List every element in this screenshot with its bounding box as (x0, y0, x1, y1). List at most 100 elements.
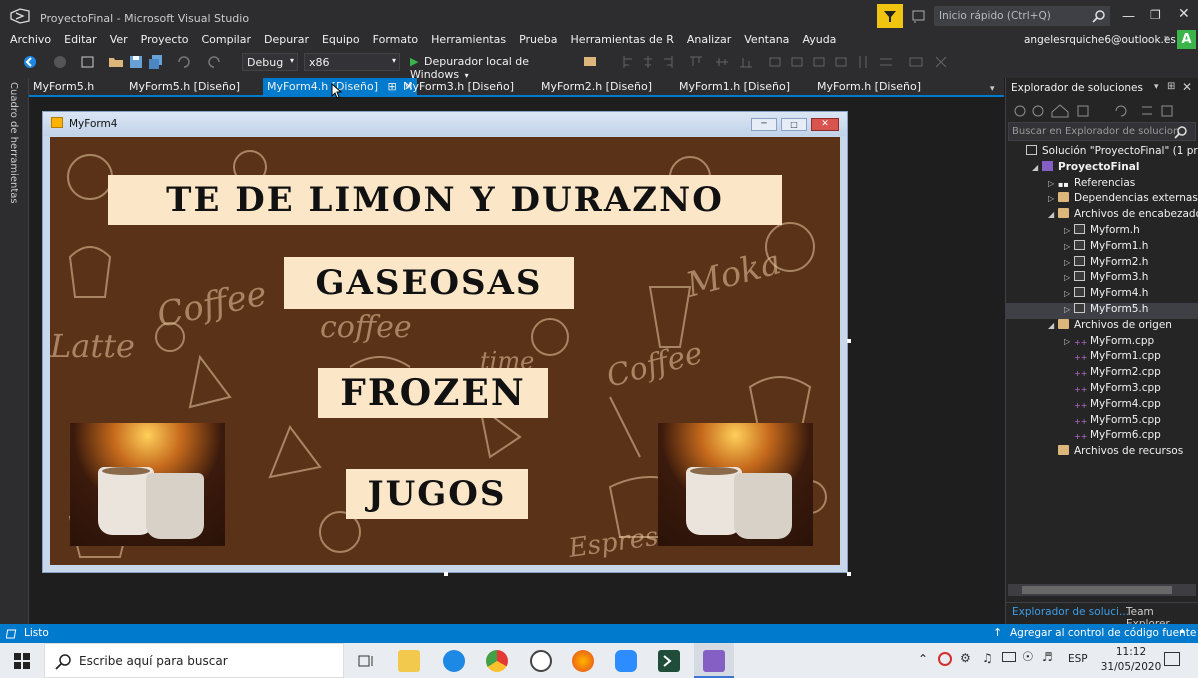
zoom-icon[interactable] (615, 650, 637, 672)
tree-item[interactable]: ▷ Dependencias externas (1006, 192, 1198, 208)
tree-item[interactable]: ▷ MyForm5.h (1006, 303, 1198, 319)
menu-item[interactable]: Compilar (202, 33, 251, 46)
chevron-down-icon[interactable]: ▾ (1164, 34, 1169, 44)
tree-item[interactable]: ++ MyForm3.cpp (1006, 382, 1161, 398)
edge-browser-icon[interactable] (443, 650, 465, 672)
toolbox-label[interactable]: Cuadro de herramientas (8, 82, 19, 204)
tab-solution-explorer[interactable]: Explorador de soluci... (1012, 606, 1129, 618)
quick-launch[interactable]: Inicio rápido (Ctrl+Q) (934, 6, 1110, 26)
chrome-icon[interactable] (486, 650, 508, 672)
collapsed-arrow-icon[interactable]: ▷ (1048, 194, 1058, 203)
tree-item[interactable]: ▷ MyForm1.h (1006, 239, 1148, 256)
new-project-icon[interactable] (80, 54, 96, 70)
tab-document[interactable]: MyForm3.h [Diseño] (403, 80, 514, 93)
tree-item[interactable]: ▷ Myform.h (1006, 224, 1140, 240)
save-all-icon[interactable] (148, 54, 164, 70)
menu-item[interactable]: Prueba (519, 33, 557, 46)
menu-item[interactable]: Depurar (264, 33, 309, 46)
chevron-up-icon[interactable]: ▴ (1180, 626, 1185, 636)
close-icon[interactable]: ✕ (1182, 80, 1192, 94)
user-account[interactable]: angelesrquiche6@outlook.es (1024, 34, 1176, 46)
language-indicator[interactable]: ESP (1068, 653, 1088, 665)
banner-jugos[interactable]: JUGOS (346, 469, 528, 519)
platform-select[interactable]: x86 ▾ (304, 53, 400, 71)
resize-handle-corner[interactable] (847, 572, 851, 576)
toolbox-panel[interactable]: Cuadro de herramientas (0, 78, 29, 624)
record-icon[interactable] (938, 652, 952, 666)
tree-item[interactable]: ++ MyForm2.cpp (1006, 366, 1161, 382)
collapsed-arrow-icon[interactable]: ▷ (1064, 305, 1074, 314)
save-icon[interactable] (128, 54, 144, 70)
back-icon[interactable] (22, 54, 38, 70)
undo-icon[interactable] (176, 54, 192, 70)
tree-item[interactable]: Archivos de recursos (1006, 445, 1183, 461)
taskbar-search[interactable]: Escribe aquí para buscar (44, 643, 344, 678)
taskbar-search-input[interactable]: Escribe aquí para buscar (79, 654, 228, 668)
network-share-icon[interactable]: ⚙ (960, 651, 971, 665)
chevron-down-icon[interactable]: ▾ (1154, 82, 1159, 92)
redo-icon[interactable] (206, 54, 222, 70)
banner-frozen[interactable]: FROZEN (318, 368, 548, 418)
file-explorer-icon[interactable] (398, 650, 420, 672)
avatar[interactable]: A (1177, 30, 1196, 49)
scrollbar-thumb[interactable] (1022, 586, 1172, 594)
collapsed-arrow-icon[interactable]: ▷ (1064, 226, 1074, 235)
notification-center-icon[interactable] (1164, 652, 1180, 666)
tab-document[interactable]: MyForm2.h [Diseño] (541, 80, 652, 93)
task-view-icon[interactable] (356, 650, 378, 672)
solution-explorer-toolbar-icon[interactable] (1012, 102, 1192, 120)
pin-icon[interactable]: ⊞ (384, 80, 400, 93)
banner-gaseosas[interactable]: GASEOSAS (284, 257, 574, 309)
chevron-up-icon[interactable]: ⌃ (918, 652, 928, 666)
start-debug-button[interactable]: ▶ Depurador local de Windows ▾ (408, 53, 574, 81)
menu-item[interactable]: Equipo (322, 33, 360, 46)
form-close-button[interactable]: ✕ (811, 118, 839, 131)
tab-overflow-chevron-icon[interactable]: ▾ (990, 84, 995, 94)
tab-document[interactable]: MyForm1.h [Diseño] (679, 80, 790, 93)
mugs-picture-right[interactable] (658, 423, 813, 546)
tree-item[interactable]: ++ MyForm6.cpp (1006, 429, 1161, 445)
tab-document[interactable]: MyForm5.h [Diseño] (129, 80, 240, 93)
menu-item[interactable]: Proyecto (141, 33, 189, 46)
config-select[interactable]: Debug ▾ (242, 53, 298, 71)
tab-document[interactable]: MyForm5.h (33, 80, 94, 93)
layout-icon[interactable] (582, 54, 598, 70)
tree-item[interactable]: ▷ ▪▪ Referencias (1006, 177, 1135, 193)
microphone-icon[interactable]: ♫ (982, 651, 993, 665)
firefox-icon[interactable] (572, 650, 594, 672)
clock-date[interactable]: 31/05/2020 (1096, 661, 1166, 673)
expanded-arrow-icon[interactable]: ◢ (1048, 210, 1058, 219)
form-maximize-button[interactable]: □ (781, 118, 807, 131)
solution-search[interactable]: Buscar en Explorador de solucion (1008, 122, 1196, 141)
resize-handle-right[interactable] (847, 339, 851, 343)
expanded-arrow-icon[interactable]: ◢ (1048, 321, 1058, 330)
menu-item[interactable]: Herramientas de R (571, 33, 674, 46)
clock-time[interactable]: 11:12 (1107, 646, 1155, 658)
menu-item[interactable]: Analizar (687, 33, 731, 46)
tab-document[interactable]: MyForm.h [Diseño] (817, 80, 921, 93)
menu-item[interactable]: Herramientas (431, 33, 506, 46)
clock-app-icon[interactable] (530, 650, 552, 672)
tree-item[interactable]: ++ MyForm1.cpp (1006, 350, 1161, 366)
tree-item[interactable]: ▷ ++ MyForm.cpp (1006, 335, 1154, 351)
collapsed-arrow-icon[interactable]: ▷ (1064, 337, 1074, 346)
notification-flag-icon[interactable] (911, 9, 927, 23)
minimize-button[interactable]: — (1122, 9, 1135, 24)
windows-start-icon[interactable] (14, 653, 30, 669)
tree-item[interactable]: Solución "ProyectoFinal" (1 proye (1006, 145, 1198, 161)
tree-item[interactable]: ◢ Archivos de origen (1006, 318, 1172, 335)
restore-button[interactable]: ❐ (1150, 8, 1161, 22)
collapsed-arrow-icon[interactable]: ▷ (1064, 258, 1074, 267)
quick-launch-input[interactable]: Inicio rápido (Ctrl+Q) (939, 10, 1051, 22)
menu-item[interactable]: Archivo (10, 33, 51, 46)
open-folder-icon[interactable] (108, 54, 124, 70)
menu-item[interactable]: Ver (110, 33, 128, 46)
forward-icon[interactable] (52, 54, 68, 70)
tree-item[interactable]: ▷ MyForm3.h (1006, 271, 1148, 287)
resize-handle-bottom[interactable] (444, 572, 448, 576)
menu-item[interactable]: Ventana (744, 33, 789, 46)
battery-icon[interactable] (1002, 652, 1016, 662)
menu-item[interactable]: Editar (64, 33, 97, 46)
collapsed-arrow-icon[interactable]: ▷ (1048, 179, 1058, 188)
visual-studio-taskbar-button[interactable] (694, 643, 734, 678)
